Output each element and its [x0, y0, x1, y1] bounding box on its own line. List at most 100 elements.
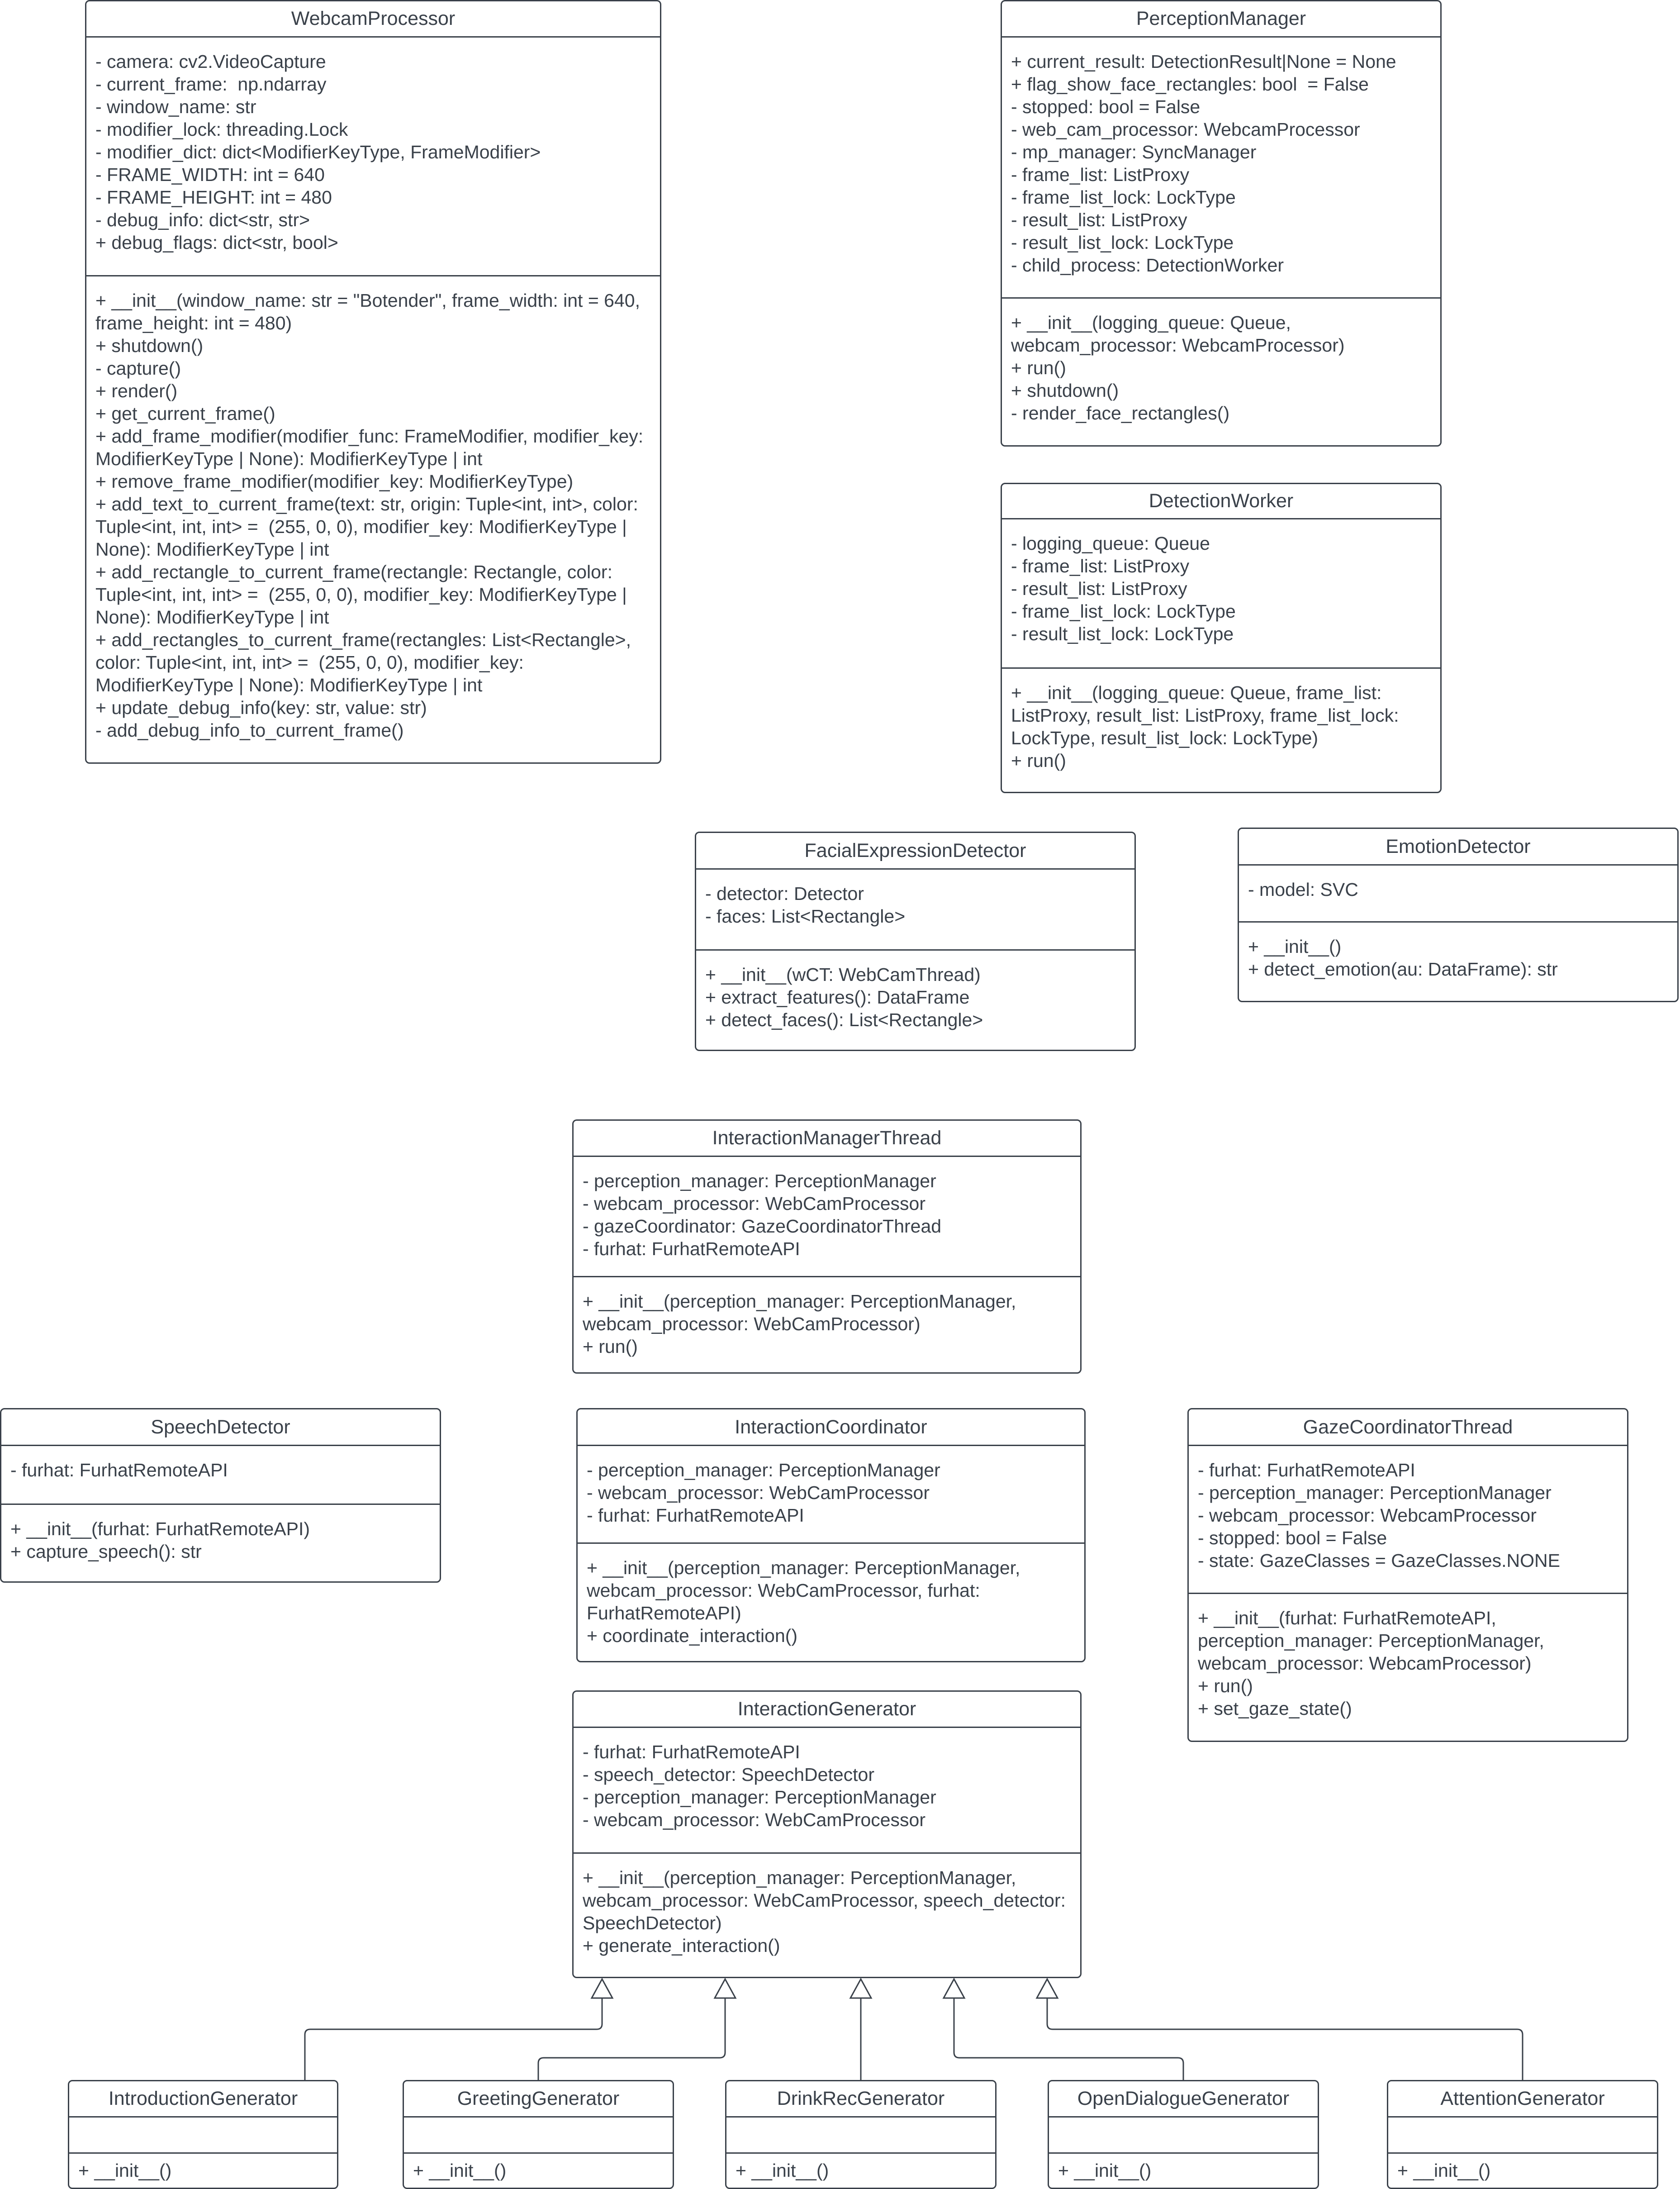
methods-compartment: + __init__() [69, 2154, 337, 2188]
attributes-compartment: - furhat: FurhatRemoteAPI - perception_ma… [1189, 1446, 1627, 1594]
class-interaction-generator[interactable]: InteractionGenerator - furhat: FurhatRemo… [572, 1690, 1082, 1978]
inheritance-arrow-icon [713, 1977, 737, 1999]
method: + __init__() [736, 2160, 829, 2181]
attribute: + debug_flags: dict<str, bool> [95, 232, 338, 253]
class-name: DrinkRecGenerator [726, 2081, 995, 2118]
edge-opendialogue-to-interaction-generator [953, 1998, 1184, 2080]
attribute: - webcam_processor: WebCamProcessor [583, 1193, 925, 1214]
method: + __init__(furhat: FurhatRemoteAPI) [10, 1518, 310, 1539]
attribute: - window_name: str [95, 96, 256, 117]
methods-compartment: + __init__(logging_queue: Queue, webcam_… [1002, 299, 1440, 445]
methods-compartment: + __init__() + detect_emotion(au: DataFra… [1239, 923, 1677, 1001]
class-webcam-processor[interactable]: WebcamProcessor - camera: cv2.VideoCaptur… [85, 0, 661, 764]
methods-compartment: + __init__(furhat: FurhatRemoteAPI, perc… [1189, 1594, 1627, 1741]
class-interaction-manager-thread[interactable]: InteractionManagerThread - perception_man… [572, 1119, 1082, 1374]
method: - capture() [95, 358, 181, 379]
class-name: GazeCoordinatorThread [1189, 1409, 1627, 1446]
method: + run() [1011, 750, 1066, 771]
class-greeting-generator[interactable]: GreetingGenerator + __init__() [403, 2080, 674, 2189]
class-drink-rec-generator[interactable]: DrinkRecGenerator + __init__() [725, 2080, 997, 2189]
attribute: - perception_manager: PerceptionManager [583, 1787, 936, 1808]
method: + shutdown() [95, 335, 204, 356]
attributes-compartment: - camera: cv2.VideoCapture - current_fram… [86, 38, 660, 276]
attribute: - furhat: FurhatRemoteAPI [1198, 1460, 1415, 1480]
class-open-dialogue-generator[interactable]: OpenDialogueGenerator + __init__() [1048, 2080, 1319, 2189]
method: + detect_emotion(au: DataFrame): str [1248, 959, 1558, 980]
attributes-compartment: - detector: Detector - faces: List<Rectan… [696, 870, 1134, 951]
class-name: AttentionGenerator [1388, 2081, 1657, 2118]
class-name: InteractionManagerThread [574, 1121, 1080, 1157]
method: + __init__(perception_manager: Perceptio… [583, 1867, 1071, 1933]
class-name: EmotionDetector [1239, 829, 1677, 866]
attribute: - stopped: bool = False [1011, 96, 1201, 117]
attributes-compartment [1049, 2118, 1318, 2154]
attribute: - FRAME_HEIGHT: int = 480 [95, 187, 332, 208]
attribute: - furhat: FurhatRemoteAPI [583, 1238, 800, 1259]
class-interaction-coordinator[interactable]: InteractionCoordinator - perception_manag… [576, 1408, 1086, 1662]
attributes-compartment [69, 2118, 337, 2154]
method: + __init__() [1248, 936, 1342, 957]
class-gaze-coordinator-thread[interactable]: GazeCoordinatorThread - furhat: FurhatRem… [1187, 1408, 1628, 1742]
method: + run() [1011, 357, 1066, 378]
class-facial-expression-detector[interactable]: FacialExpressionDetector - detector: Dete… [695, 832, 1136, 1051]
attribute: - result_list: ListProxy [1011, 209, 1187, 230]
attribute: - furhat: FurhatRemoteAPI [587, 1505, 804, 1526]
attribute: - result_list_lock: LockType [1011, 232, 1234, 253]
attribute: - frame_list: ListProxy [1011, 164, 1190, 185]
method: + run() [1198, 1675, 1253, 1696]
methods-compartment: + __init__() [1049, 2154, 1318, 2188]
method: + __init__(window_name: str = "Botender"… [95, 290, 645, 333]
inheritance-arrow-icon [590, 1977, 614, 1999]
edge-greeting-to-interaction-generator [537, 1998, 726, 2080]
inheritance-arrow-icon [942, 1977, 966, 1999]
methods-compartment: + __init__(wCT: WebCamThread) + extract_f… [696, 951, 1134, 1050]
methods-compartment: + __init__(logging_queue: Queue, frame_l… [1002, 669, 1440, 792]
attribute: - faces: List<Rectangle> [705, 906, 906, 927]
methods-compartment: + __init__(perception_manager: Perceptio… [578, 1544, 1084, 1661]
attribute: - webcam_processor: WebCamProcessor [583, 1809, 925, 1830]
class-introduction-generator[interactable]: IntroductionGenerator + __init__() [68, 2080, 338, 2189]
methods-compartment: + __init__() [404, 2154, 673, 2188]
class-name: DetectionWorker [1002, 484, 1440, 519]
attribute: - debug_info: dict<str, str> [95, 209, 310, 230]
attribute: - gazeCoordinator: GazeCoordinatorThread [583, 1216, 942, 1237]
method: + __init__() [413, 2160, 507, 2181]
method: + shutdown() [1011, 380, 1119, 401]
class-attention-generator[interactable]: AttentionGenerator + __init__() [1387, 2080, 1658, 2189]
methods-compartment: + __init__() [1388, 2154, 1657, 2188]
method: + __init__(perception_manager: Perceptio… [583, 1291, 1021, 1334]
class-name: InteractionCoordinator [578, 1409, 1084, 1446]
class-speech-detector[interactable]: SpeechDetector - furhat: FurhatRemoteAPI +… [0, 1408, 441, 1583]
edge-introduction-to-interaction-generator [304, 1998, 603, 2080]
method: + __init__() [78, 2160, 172, 2181]
class-perception-manager[interactable]: PerceptionManager + current_result: Detec… [1001, 0, 1442, 447]
method: + __init__() [1397, 2160, 1491, 2181]
attributes-compartment: - perception_manager: PerceptionManager -… [578, 1446, 1084, 1544]
class-name: FacialExpressionDetector [696, 833, 1134, 870]
method: + __init__() [1058, 2160, 1152, 2181]
class-emotion-detector[interactable]: EmotionDetector - model: SVC + __init__() +… [1238, 828, 1679, 1002]
attribute: - modifier_lock: threading.Lock [95, 119, 348, 140]
class-name: OpenDialogueGenerator [1049, 2081, 1318, 2118]
method: + coordinate_interaction() [587, 1625, 798, 1646]
class-detection-worker[interactable]: DetectionWorker - logging_queue: Queue - f… [1001, 483, 1442, 793]
attributes-compartment: - logging_queue: Queue - frame_list: List… [1002, 519, 1440, 669]
method: - add_debug_info_to_current_frame() [95, 720, 404, 741]
method: + render() [95, 381, 178, 401]
inheritance-arrow-icon [1035, 1977, 1059, 1999]
class-name: WebcamProcessor [86, 1, 660, 38]
attribute: - webcam_processor: WebcamProcessor [1198, 1505, 1537, 1526]
method: + capture_speech(): str [10, 1541, 202, 1562]
attribute: - frame_list: ListProxy [1011, 556, 1190, 576]
method: + __init__(logging_queue: Queue, webcam_… [1011, 312, 1345, 356]
inheritance-arrow-icon [849, 1977, 873, 1999]
attribute: - webcam_processor: WebCamProcessor [587, 1482, 930, 1503]
attributes-compartment [726, 2118, 995, 2154]
method: + add_rectangle_to_current_frame(rectang… [95, 562, 632, 628]
attribute: - result_list: ListProxy [1011, 578, 1187, 599]
attribute: - modifier_dict: dict<ModifierKeyType, F… [95, 142, 541, 162]
attributes-compartment [1388, 2118, 1657, 2154]
attribute: - perception_manager: PerceptionManager [1198, 1482, 1552, 1503]
attributes-compartment: - furhat: FurhatRemoteAPI - speech_detect… [574, 1728, 1080, 1854]
method: + add_rectangles_to_current_frame(rectan… [95, 629, 636, 695]
